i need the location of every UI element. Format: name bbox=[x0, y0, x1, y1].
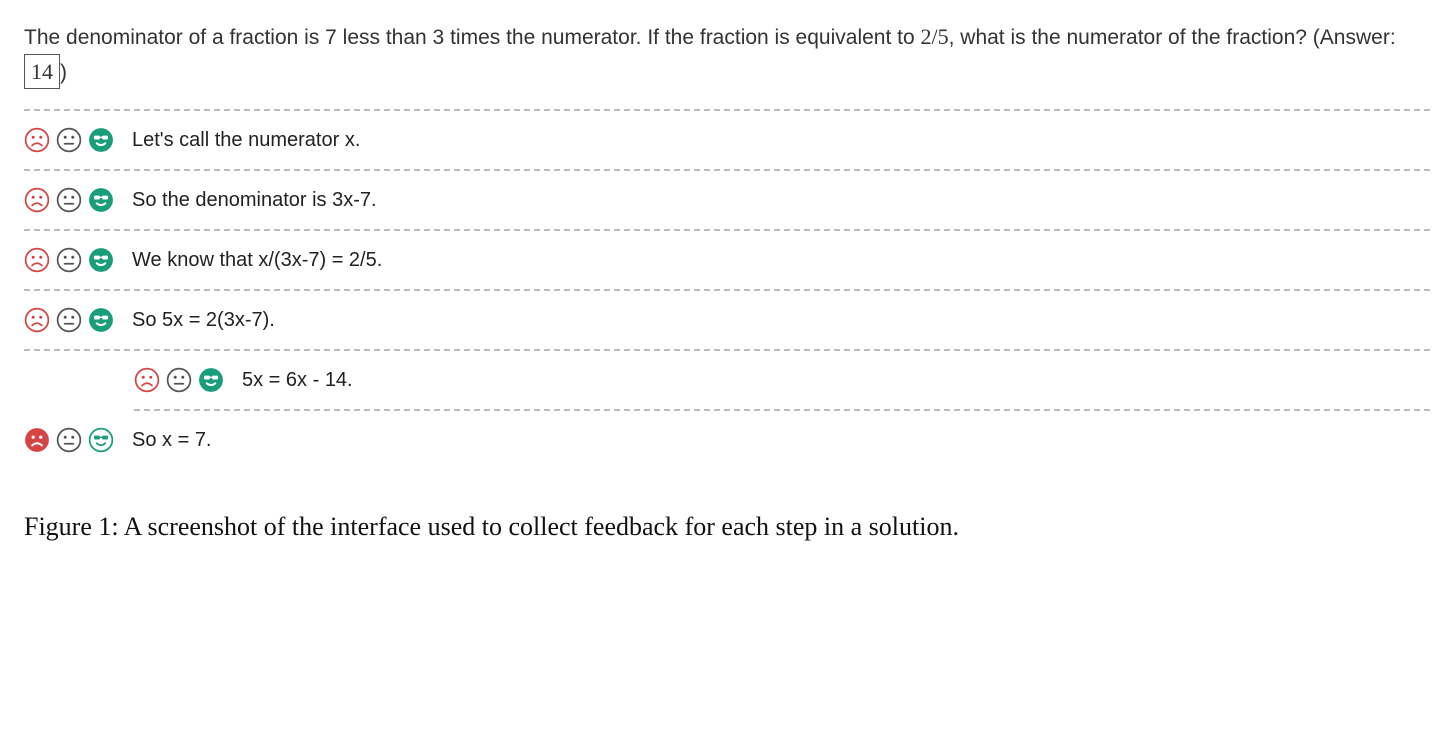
cool-icon[interactable] bbox=[88, 127, 114, 153]
step-text: 5x = 6x - 14. bbox=[242, 365, 353, 395]
cool-icon[interactable] bbox=[88, 307, 114, 333]
step-row: 5x = 6x - 14. bbox=[134, 351, 1430, 411]
sad-icon[interactable] bbox=[24, 127, 50, 153]
rating-icons bbox=[24, 127, 114, 153]
step-container: So x = 7. bbox=[24, 411, 1430, 469]
neutral-icon[interactable] bbox=[56, 187, 82, 213]
rating-icons bbox=[24, 427, 114, 453]
question-part-2: , what is the numerator of the fraction?… bbox=[949, 26, 1396, 49]
cool-icon[interactable] bbox=[88, 247, 114, 273]
step-container: We know that x/(3x-7) = 2/5. bbox=[24, 231, 1430, 291]
question-text: The denominator of a fraction is 7 less … bbox=[24, 20, 1430, 89]
step-row: So x = 7. bbox=[24, 411, 1430, 469]
step-text: So x = 7. bbox=[132, 425, 212, 455]
step-text: So the denominator is 3x-7. bbox=[132, 185, 377, 215]
sad-icon[interactable] bbox=[24, 187, 50, 213]
neutral-icon[interactable] bbox=[56, 307, 82, 333]
neutral-icon[interactable] bbox=[56, 127, 82, 153]
cool-icon[interactable] bbox=[198, 367, 224, 393]
cool-icon[interactable] bbox=[88, 427, 114, 453]
sad-icon[interactable] bbox=[24, 247, 50, 273]
step-row: So the denominator is 3x-7. bbox=[24, 171, 1430, 231]
step-row: So 5x = 2(3x-7). bbox=[24, 291, 1430, 351]
step-container: So the denominator is 3x-7. bbox=[24, 171, 1430, 231]
question-part-1: The denominator of a fraction is 7 less … bbox=[24, 26, 920, 49]
rating-icons bbox=[24, 187, 114, 213]
rating-icons bbox=[24, 247, 114, 273]
step-text: Let's call the numerator x. bbox=[132, 125, 360, 155]
answer-box[interactable]: 14 bbox=[24, 54, 60, 89]
cool-icon[interactable] bbox=[88, 187, 114, 213]
step-text: So 5x = 2(3x-7). bbox=[132, 305, 275, 335]
neutral-icon[interactable] bbox=[56, 427, 82, 453]
rating-icons bbox=[134, 367, 224, 393]
steps-list: Let's call the numerator x. So the denomi… bbox=[24, 111, 1430, 469]
step-container: Let's call the numerator x. bbox=[24, 111, 1430, 171]
step-row: We know that x/(3x-7) = 2/5. bbox=[24, 231, 1430, 291]
figure-caption: Figure 1: A screenshot of the interface … bbox=[24, 509, 1430, 544]
step-container: 5x = 6x - 14. bbox=[24, 351, 1430, 411]
question-part-3: ) bbox=[60, 61, 67, 84]
sad-icon[interactable] bbox=[134, 367, 160, 393]
neutral-icon[interactable] bbox=[56, 247, 82, 273]
step-text: We know that x/(3x-7) = 2/5. bbox=[132, 245, 382, 275]
sad-icon[interactable] bbox=[24, 427, 50, 453]
question-fraction: 2/5 bbox=[920, 24, 948, 49]
rating-icons bbox=[24, 307, 114, 333]
sad-icon[interactable] bbox=[24, 307, 50, 333]
step-container: So 5x = 2(3x-7). bbox=[24, 291, 1430, 351]
step-row: Let's call the numerator x. bbox=[24, 111, 1430, 171]
neutral-icon[interactable] bbox=[166, 367, 192, 393]
